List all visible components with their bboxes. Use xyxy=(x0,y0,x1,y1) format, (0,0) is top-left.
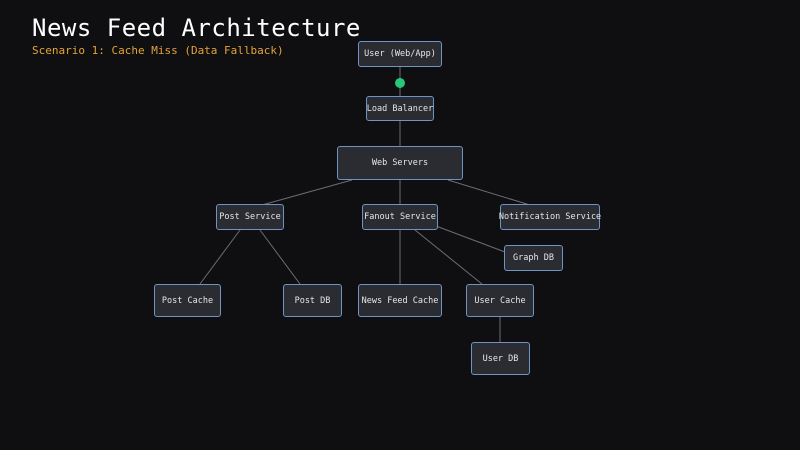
node-post-service[interactable]: Post Service xyxy=(216,204,284,230)
request-indicator-dot xyxy=(395,78,405,88)
node-load-balancer[interactable]: Load Balancer xyxy=(366,96,434,121)
node-graph-db[interactable]: Graph DB xyxy=(504,245,563,271)
node-notification-service[interactable]: Notification Service xyxy=(499,204,601,230)
node-user-cache[interactable]: User Cache xyxy=(466,284,534,317)
diagram-canvas: News Feed Architecture Scenario 1: Cache… xyxy=(0,0,800,450)
edge-fanoutservice-usercache xyxy=(414,229,483,285)
node-post-cache[interactable]: Post Cache xyxy=(154,284,221,317)
node-news-feed-cache[interactable]: News Feed Cache xyxy=(358,284,442,317)
edge-webservers-notificationservice xyxy=(447,179,531,206)
node-user[interactable]: User (Web/App) xyxy=(358,41,442,67)
edge-fanoutservice-graphdb xyxy=(435,225,506,253)
edge-postservice-postdb xyxy=(259,229,301,285)
node-fanout-service[interactable]: Fanout Service xyxy=(362,204,438,230)
edge-postservice-postcache xyxy=(199,229,241,285)
node-web-servers[interactable]: Web Servers xyxy=(337,146,463,180)
node-user-db[interactable]: User DB xyxy=(471,342,530,375)
node-post-db[interactable]: Post DB xyxy=(283,284,342,317)
edge-webservers-postservice xyxy=(261,179,353,206)
